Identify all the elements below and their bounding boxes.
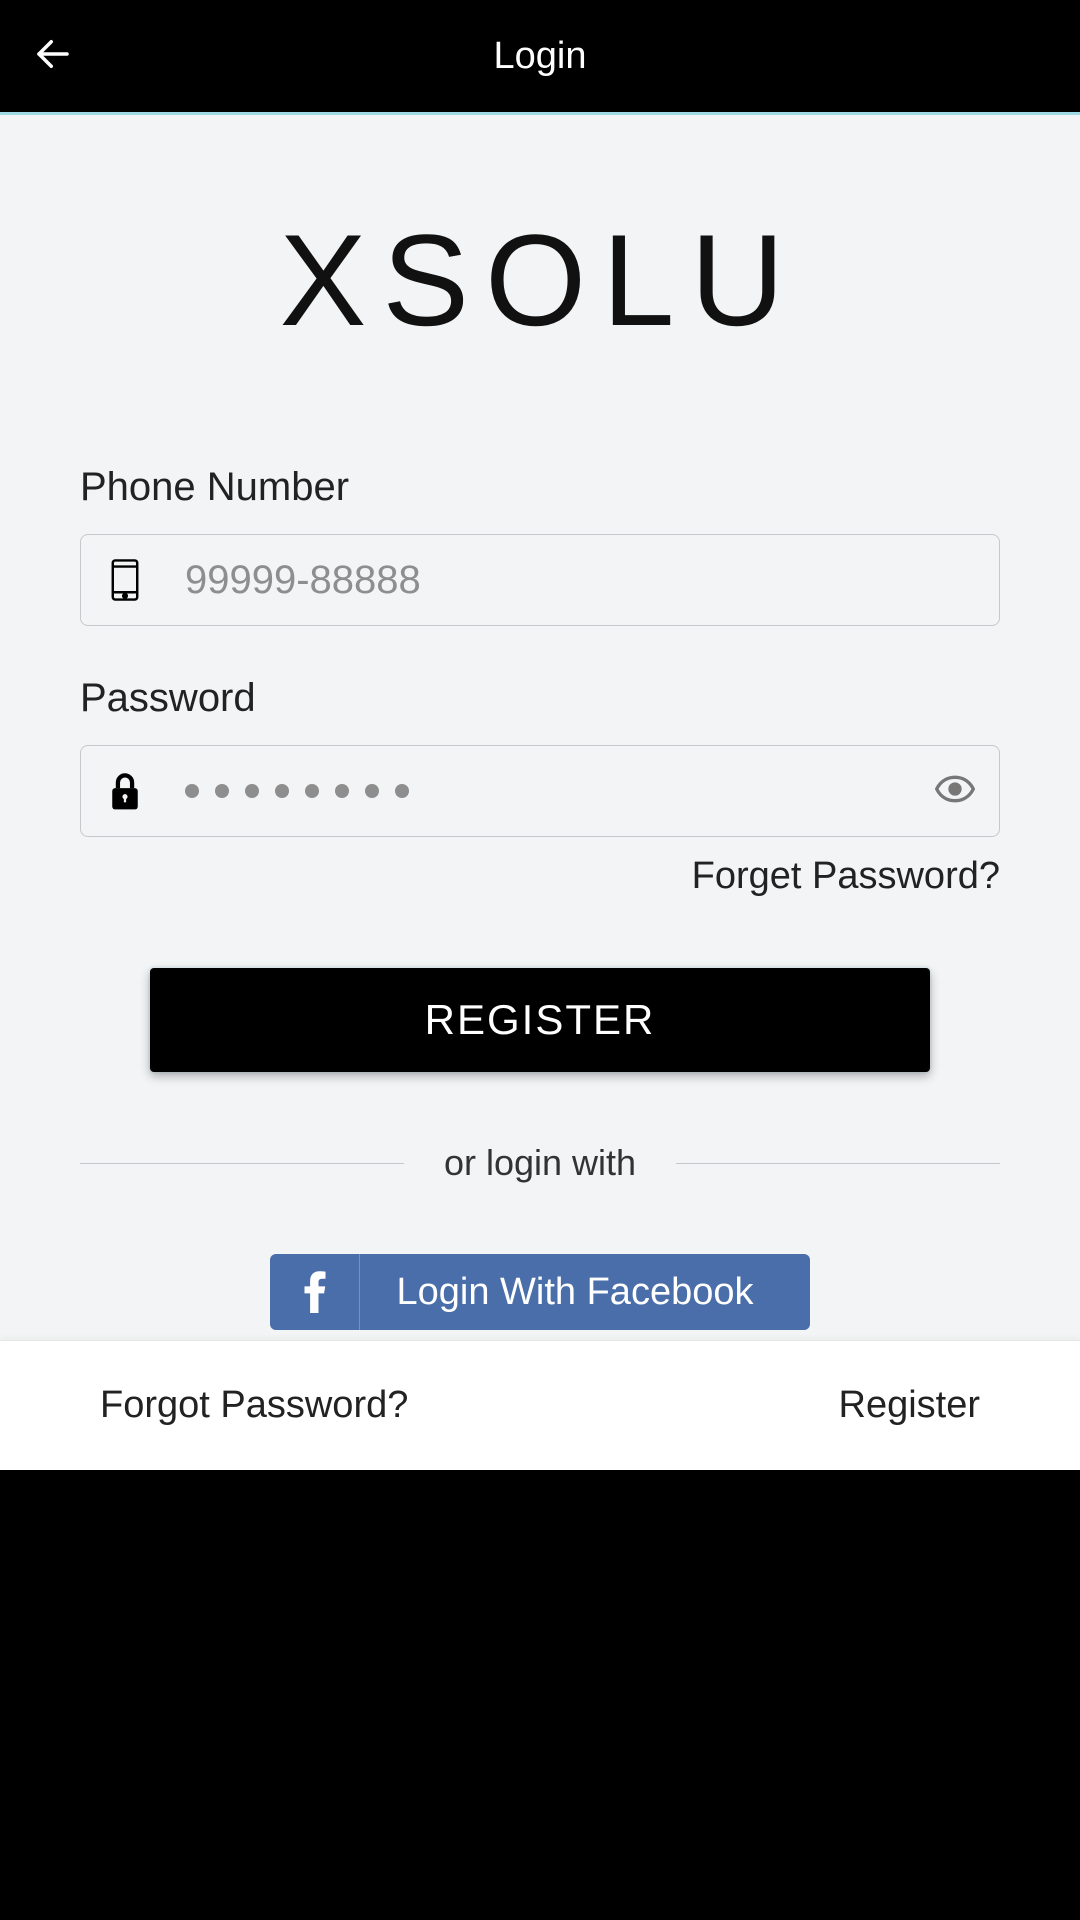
main-content: XSOLU Phone Number Password [0, 115, 1080, 1340]
back-arrow-icon[interactable] [32, 33, 74, 80]
facebook-login-button[interactable]: Login With Facebook [270, 1254, 810, 1330]
lock-icon [105, 769, 145, 813]
password-input-container [80, 745, 1000, 837]
phone-input-container [80, 534, 1000, 626]
page-title: Login [0, 35, 1080, 78]
system-nav-bar [0, 1470, 1080, 1920]
footer-register-link[interactable]: Register [839, 1384, 981, 1427]
forget-password-link[interactable]: Forget Password? [80, 855, 1000, 898]
app-header: Login [0, 0, 1080, 112]
password-input[interactable] [145, 784, 935, 798]
brand-logo: XSOLU [80, 205, 1000, 355]
footer-forgot-link[interactable]: Forgot Password? [100, 1384, 408, 1427]
phone-label: Phone Number [80, 465, 1000, 510]
divider-line-left [80, 1163, 404, 1164]
divider-line-right [676, 1163, 1000, 1164]
divider: or login with [80, 1142, 1000, 1184]
divider-text: or login with [444, 1142, 636, 1184]
phone-icon [105, 558, 145, 602]
facebook-icon [270, 1254, 360, 1330]
eye-icon[interactable] [935, 775, 975, 808]
password-label: Password [80, 676, 1000, 721]
facebతెలుగు-button-label: Login With Facebook [360, 1271, 810, 1314]
register-button[interactable]: REGISTER [150, 968, 930, 1072]
phone-input[interactable] [145, 558, 975, 603]
footer: Forgot Password? Register [0, 1340, 1080, 1470]
